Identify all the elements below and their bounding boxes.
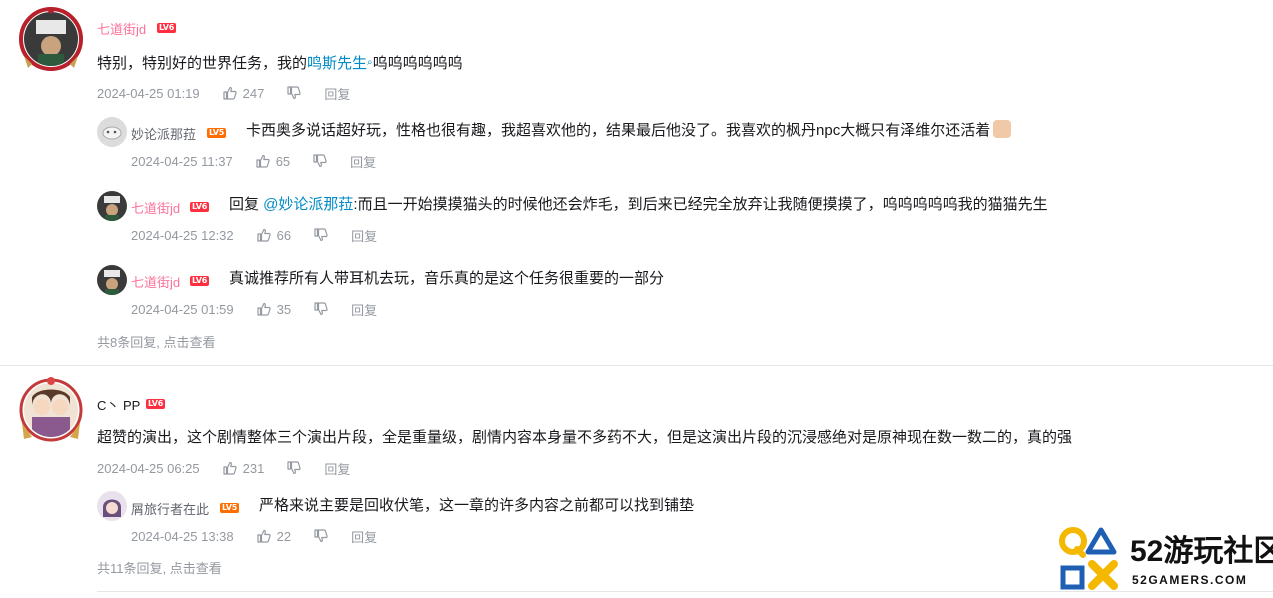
comment-meta: 2024-04-25 12:32 66 回复 <box>131 226 377 244</box>
level-badge: LV6 <box>190 202 210 212</box>
avatar[interactable] <box>24 12 78 66</box>
avatar[interactable] <box>97 265 127 295</box>
avatar[interactable] <box>24 383 78 437</box>
comment-time: 2024-04-25 01:59 <box>131 301 234 317</box>
watermark-logo: 52游玩社区 52GAMERS.COM <box>1054 524 1273 598</box>
username[interactable]: C丶 PP <box>97 395 140 414</box>
like-button[interactable]: 22 <box>256 528 291 544</box>
comment-time: 2024-04-25 06:25 <box>97 460 200 476</box>
dislike-button[interactable] <box>313 528 329 544</box>
level-badge: LV5 <box>207 128 227 138</box>
comment-meta: 2024-04-25 06:25 231 回复 <box>97 459 350 477</box>
thumb-up-icon <box>256 154 270 168</box>
comment-meta: 2024-04-25 11:37 65 回复 <box>131 152 376 170</box>
reply-text-body: :而且一开始摸摸猫头的时候他还会炸毛，到后来已经完全放弃让我随便摸摸了，呜呜呜呜… <box>353 196 1048 213</box>
reply-text-body: 卡西奥多说话超好玩，性格也很有趣，我超喜欢他的，结果最后他没了。我喜欢的枫丹np… <box>246 122 991 139</box>
thumb-up-icon <box>257 529 271 543</box>
dislike-button[interactable] <box>286 460 302 476</box>
reply-text: 真诚推荐所有人带耳机去玩，音乐真的是这个任务很重要的一部分 <box>229 270 665 287</box>
like-button[interactable]: 231 <box>222 460 265 476</box>
like-count: 22 <box>276 528 292 544</box>
like-button[interactable]: 66 <box>256 227 291 243</box>
reply-button[interactable]: 回复 <box>351 527 377 546</box>
thumb-up-icon <box>257 302 271 316</box>
reply-button[interactable]: 回复 <box>351 300 377 319</box>
view-more-replies[interactable]: 共8条回复, 点击查看 <box>97 332 215 351</box>
level-badge: LV6 <box>157 23 177 33</box>
thumb-down-icon <box>314 228 328 242</box>
watermark-title: 52游玩社区 <box>1130 535 1273 568</box>
level-badge: LV5 <box>220 503 240 513</box>
reply-text: 卡西奥多说话超好玩，性格也很有趣，我超喜欢他的，结果最后他没了。我喜欢的枫丹np… <box>246 120 1012 142</box>
dislike-button[interactable] <box>286 85 302 101</box>
like-count: 66 <box>276 227 292 243</box>
level-badge: LV6 <box>146 399 166 409</box>
reply-prefix: 回复 <box>229 196 264 213</box>
username[interactable]: 七道街jd <box>131 198 180 217</box>
mention-link[interactable]: @妙论派那菈 <box>263 196 353 213</box>
thumb-down-icon <box>313 154 327 168</box>
thumb-up-icon <box>223 86 237 100</box>
like-button[interactable]: 247 <box>222 85 265 101</box>
like-button[interactable]: 35 <box>256 301 291 317</box>
avatar[interactable] <box>97 491 127 521</box>
thumb-down-icon <box>287 461 302 475</box>
comment-meta: 2024-04-25 01:59 35 回复 <box>131 300 377 318</box>
username[interactable]: 七道街jd <box>97 19 146 38</box>
comment-thread: C丶 PP LV6 超赞的演出，这个剧情整体三个演出片段，全是重量级，剧情内容本… <box>0 365 1273 576</box>
like-count: 247 <box>242 85 265 101</box>
search-link[interactable]: 鸣斯先生 <box>307 55 367 72</box>
avatar[interactable] <box>97 117 127 147</box>
comment-time: 2024-04-25 12:32 <box>131 227 234 243</box>
like-count: 35 <box>276 301 292 317</box>
gamepad-symbols-icon <box>1059 527 1118 590</box>
thumb-down-icon <box>287 86 302 100</box>
comment-meta: 2024-04-25 01:19 247 回复 <box>97 84 350 102</box>
dislike-button[interactable] <box>313 227 329 243</box>
thumb-down-icon <box>314 302 328 316</box>
comment-time: 2024-04-25 13:38 <box>131 528 234 544</box>
reply-button[interactable]: 回复 <box>350 152 376 171</box>
dislike-button[interactable] <box>313 301 329 317</box>
thumb-up-icon <box>257 228 271 242</box>
reply-text: 回复 @妙论派那菈:而且一开始摸摸猫头的时候他还会炸毛，到后来已经完全放弃让我随… <box>229 194 1048 216</box>
reply-button[interactable]: 回复 <box>324 459 350 478</box>
username[interactable]: 妙论派那菈 <box>131 124 196 143</box>
dog-emoji-icon <box>993 120 1012 138</box>
thumb-up-icon <box>223 461 237 475</box>
level-badge: LV6 <box>190 276 210 286</box>
reply-button[interactable]: 回复 <box>324 84 350 103</box>
comment-time: 2024-04-25 01:19 <box>97 85 200 101</box>
like-button[interactable]: 65 <box>255 153 290 169</box>
username[interactable]: 七道街jd <box>131 272 180 291</box>
comment-time: 2024-04-25 11:37 <box>131 153 233 169</box>
reply-text: 严格来说主要是回收伏笔，这一章的许多内容之前都可以找到铺垫 <box>259 497 695 514</box>
thumb-down-icon <box>314 529 328 543</box>
comment-meta: 2024-04-25 13:38 22 回复 <box>131 527 377 545</box>
comment-text: 特别，特别好的世界任务，我的鸣斯先生⌕呜呜呜呜呜呜 <box>97 52 463 75</box>
like-count: 231 <box>242 460 265 476</box>
view-more-replies[interactable]: 共11条回复, 点击查看 <box>97 558 222 577</box>
comment-text: 超赞的演出，这个剧情整体三个演出片段，全是重量级，剧情内容本身量不多药不大，但是… <box>97 429 1073 446</box>
like-count: 65 <box>275 153 291 169</box>
comment-text-prefix: 特别，特别好的世界任务，我的 <box>97 55 308 72</box>
watermark-subtitle: 52GAMERS.COM <box>1132 573 1248 587</box>
reply-button[interactable]: 回复 <box>351 226 377 245</box>
avatar[interactable] <box>97 191 127 221</box>
comment-text-suffix: 呜呜呜呜呜呜 <box>372 55 463 72</box>
username[interactable]: 屑旅行者在此 <box>131 499 209 518</box>
dislike-button[interactable] <box>312 153 328 169</box>
